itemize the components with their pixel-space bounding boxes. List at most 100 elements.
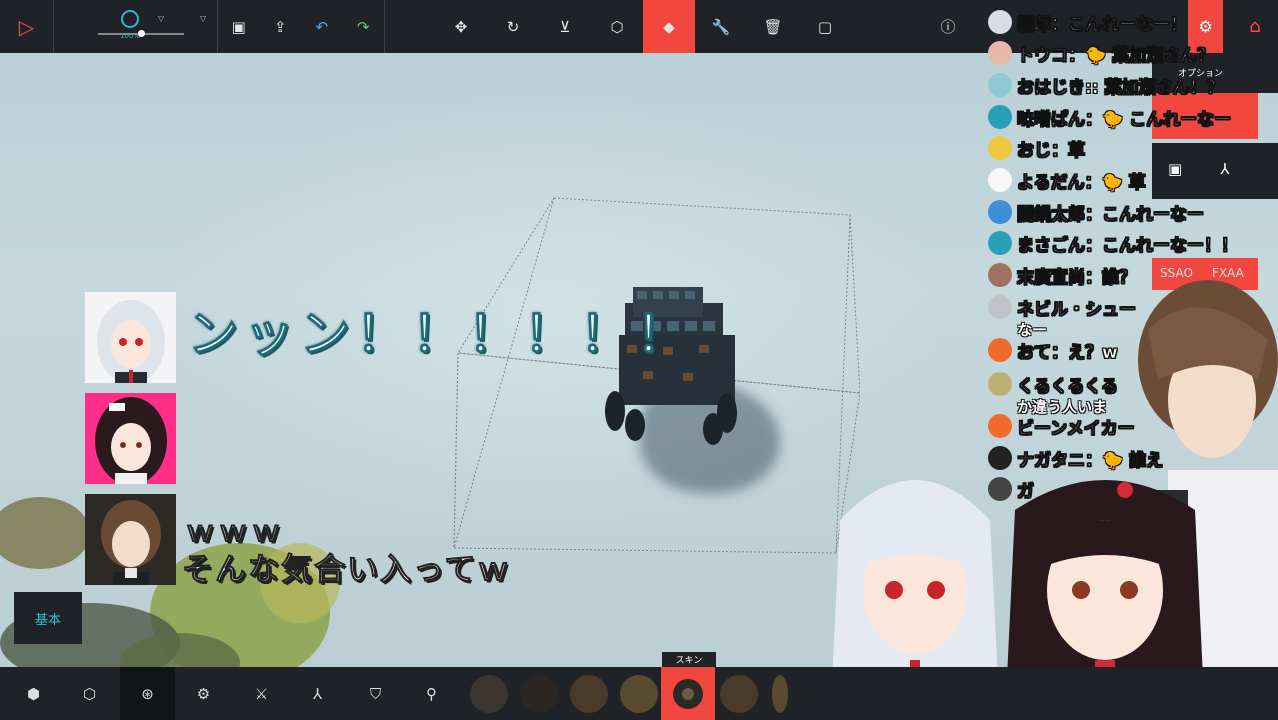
category-locomotion-button[interactable]: ⊛ [120,667,175,720]
chat-message-text: ナガタニ：🐤 誰え [1017,450,1164,471]
chat-message: ビーンメイカー [984,412,1135,440]
chat-avatar [988,231,1012,255]
load-button[interactable]: ⇪ [262,0,298,53]
sword-icon: ⚔ [254,684,269,703]
wrench-tool-button[interactable]: 🔧 [695,0,747,53]
info-button[interactable]: ⓘ [923,0,973,53]
category-utility-button[interactable]: ⚲ [404,667,459,720]
gear-icon: ⚙ [1198,17,1213,36]
wheel-icon: ⊛ [141,684,154,703]
chat-message: くるくるくる [984,370,1118,398]
block-slot[interactable] [620,675,658,713]
category-basic-button[interactable]: ⬢ [6,667,61,720]
tab-basic[interactable]: 基本 [14,592,82,644]
magnifier-icon: ⚲ [426,684,437,703]
chat-message-text: くるくるくる [1017,376,1119,397]
chat-avatar [988,372,1012,396]
play-icon: ▷ [18,14,35,39]
shield-icon: ⛉ [369,684,382,703]
trash-icon: 🗑 [763,17,783,36]
time-scale-slider-handle[interactable] [138,30,145,37]
paint-tool-button[interactable]: ◆ [643,0,695,53]
cube-icon: ⬡ [82,684,97,703]
chat-message: 味噌ぱん：🐤 こんれーなー [984,103,1231,131]
chat-message: 末廣宣尚：誰？ [984,261,1136,289]
category-weapons-button[interactable]: ⚔ [234,667,289,720]
undo-button[interactable]: ↶ [304,0,340,53]
chat-message: 霜印：こんれーなー！ [984,8,1187,36]
chat-avatar [988,295,1012,319]
chat-message: ナガタニ：🐤 誰え [984,444,1163,472]
translate-tool-button[interactable]: ✥ [435,0,487,53]
chat-message-text: 闇鍋太郎：こんれーなー [1017,204,1205,225]
gears-icon: ⚙ [196,684,211,703]
chat-avatar [988,263,1012,287]
block-slot[interactable] [520,675,558,713]
subtitle-shout: ンッン！！！！！！ [188,305,692,364]
chat-avatar [988,338,1012,362]
skin-tab-label[interactable]: スキン [662,652,716,667]
chat-avatar [988,105,1012,129]
pivot-tool-button[interactable]: ⬡ [591,0,643,53]
mirror-icon: ⊻ [559,17,571,36]
home-icon: ⌂ [1249,16,1261,37]
chat-avatar [988,414,1012,438]
load-icon: ⇪ [273,17,287,36]
time-scale-control: 100% ▽ ▽ ▽ [54,0,217,53]
block-slot[interactable] [570,675,608,713]
undo-icon: ↶ [315,17,329,36]
save-button[interactable]: ▣ [221,0,257,53]
chat-message-text: ネビル・シュー [1017,299,1137,320]
block-slot[interactable] [772,675,788,713]
chat-avatar [988,73,1012,97]
speaker-avatar-brown-hair [85,494,176,585]
build-tools: ✥ ↻ ⊻ ⬡ ◆ 🔧 🗑 ▢ [435,0,851,53]
file-tools: ▣ ⇪ ↶ ↷ [218,0,384,53]
chat-message: おじ：草 [984,134,1085,162]
redo-icon: ↷ [356,17,370,36]
move-icon: ✥ [454,17,468,36]
chat-avatar [988,477,1012,501]
chat-message: まさごん：こんれーなー！！ [984,229,1238,257]
chat-message-text: おはじき:: 葉加瀬さん！？ [1017,77,1224,98]
view-tool-button[interactable]: ▢ [799,0,851,53]
category-armour-button[interactable]: ⛉ [348,667,403,720]
chat-message-text: 味噌ぱん：🐤 こんれーなー [1017,109,1232,130]
chat-message-text: 霜印：こんれーなー！ [1017,14,1188,35]
info-icon: ⓘ [940,18,956,36]
mirror-tool-button[interactable]: ⊻ [539,0,591,53]
chat-message-text: ビーンメイカー [1017,418,1135,439]
block-category-bar: ⬢ ⬡ ⊛ ⚙ ⚔ ⅄ ⛉ ⚲ [0,667,1278,720]
clock-icon [121,10,139,28]
block-slot[interactable] [470,675,508,713]
hexagon-icon: ⬢ [26,684,41,703]
category-flight-button[interactable]: ⅄ [290,667,345,720]
play-button[interactable]: ▷ [0,0,53,53]
chat-message-text: よるだん：🐤 草 [1017,172,1146,193]
home-button[interactable]: ⌂ [1232,0,1278,53]
camera-icons[interactable]: ▣⅄ [1168,160,1267,178]
chat-message: おはじき:: 葉加瀬さん！？ [984,71,1224,99]
chat-message-text: 末廣宣尚：誰？ [1017,267,1137,288]
triangle-marker-icon: ▽ [158,14,165,23]
category-blocks-button[interactable]: ⬡ [62,667,117,720]
chat-message: ガ [984,475,1034,503]
chat-avatar [988,10,1012,34]
category-mechanical-button[interactable]: ⚙ [176,667,231,720]
block-slot[interactable] [720,675,758,713]
rotate-tool-button[interactable]: ↻ [487,0,539,53]
redo-button[interactable]: ↷ [345,0,381,53]
chat-avatar [988,168,1012,192]
chat-message: 闇鍋太郎：こんれーなー [984,198,1204,226]
propeller-icon: ⅄ [312,684,323,703]
delete-tool-button[interactable]: 🗑 [747,0,799,53]
pivot-icon: ⬡ [610,17,624,36]
axis-icon: ⅄ [1220,160,1268,178]
chat-message: よるだん：🐤 草 [984,166,1146,194]
chat-message-text: おじ：草 [1017,140,1086,161]
chat-message-text: まさごん：こんれーなー！！ [1017,235,1239,256]
skin-selected-slot[interactable] [661,667,715,720]
toolbar-divider [384,0,385,53]
wheel-icon [673,679,703,709]
chat-message: ネビル・シュー [984,293,1136,321]
